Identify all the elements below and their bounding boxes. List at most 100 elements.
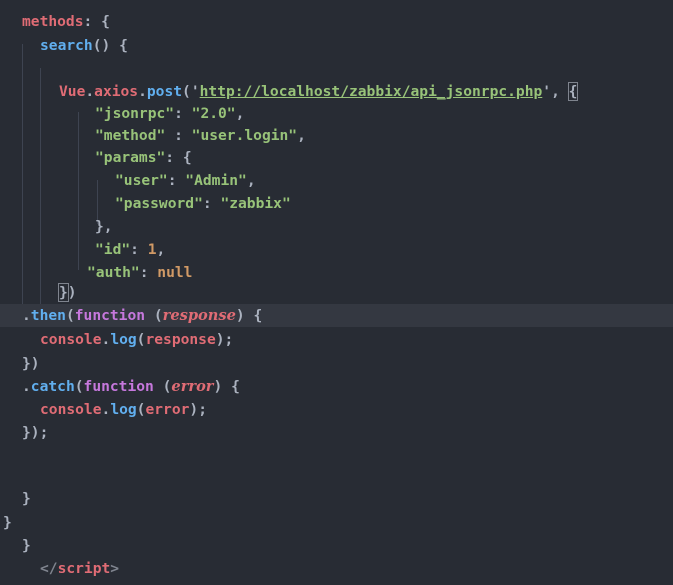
code-token: "jsonrpc" <box>95 105 175 122</box>
code-line[interactable]: </script> <box>0 557 673 580</box>
code-token: ); <box>215 331 234 348</box>
code-line[interactable] <box>0 58 673 81</box>
code-token: . <box>22 307 31 324</box>
code-token: </ <box>40 560 58 577</box>
code-token: error <box>145 401 190 418</box>
code-token: then <box>30 307 66 324</box>
code-token: "password" <box>115 195 203 212</box>
code-line-content: "user": "Admin", <box>115 169 256 192</box>
code-line-content: } <box>22 534 31 557</box>
code-token: "2.0" <box>191 105 236 122</box>
code-token: function <box>74 307 146 324</box>
code-token: } <box>22 537 31 554</box>
active-code-line[interactable]: .then(function (response) { <box>0 304 673 327</box>
code-line[interactable]: Vue.axios.post('http://localhost/zabbix/… <box>0 80 673 103</box>
code-line-content: console.log(response); <box>40 328 233 351</box>
code-line-content: console.log(error); <box>40 398 207 421</box>
code-line[interactable]: } <box>0 534 673 557</box>
code-token: ) { <box>213 378 240 395</box>
code-token: http://localhost/zabbix/api_jsonrpc.php <box>199 83 543 100</box>
code-line[interactable]: }); <box>0 421 673 444</box>
code-line-content: }); <box>22 421 48 444</box>
code-token: "Admin" <box>185 172 247 189</box>
code-line-content: }) <box>22 352 40 375</box>
code-token: ', <box>542 83 569 100</box>
code-token: : <box>167 172 186 189</box>
code-line-content: "password": "zabbix" <box>115 192 291 215</box>
code-line[interactable]: }) <box>0 281 673 304</box>
code-token: } <box>22 490 31 507</box>
code-token: console <box>40 401 102 418</box>
code-line[interactable]: }, <box>0 215 673 238</box>
code-token: log <box>110 401 137 418</box>
code-line[interactable]: "params": { <box>0 146 673 169</box>
code-line[interactable]: console.log(response); <box>0 328 673 351</box>
code-token: { <box>567 82 579 101</box>
code-line[interactable] <box>0 445 673 468</box>
code-token: . <box>85 83 95 100</box>
code-line-content: .then(function (response) { <box>22 304 262 327</box>
code-token: : { <box>83 13 110 30</box>
code-token: ) { <box>235 307 263 324</box>
code-token: 1 <box>147 241 157 258</box>
code-line[interactable]: search() { <box>0 34 673 57</box>
code-token: axios <box>94 83 139 100</box>
code-token: (' <box>182 83 200 100</box>
code-line-content: } <box>3 511 12 534</box>
code-token: . <box>101 331 111 348</box>
code-token: search <box>40 37 93 54</box>
code-line-content: Vue.axios.post('http://localhost/zabbix/… <box>59 80 579 103</box>
code-token: . <box>101 401 111 418</box>
code-token: ); <box>189 401 207 418</box>
code-line[interactable]: "method" : "user.login", <box>0 124 673 147</box>
code-token: response <box>145 331 216 348</box>
code-line-content: methods: { <box>22 10 110 33</box>
code-token: : <box>202 195 221 212</box>
code-token: Vue <box>59 83 86 100</box>
code-token: ( <box>74 378 84 395</box>
code-token: "id" <box>95 241 131 258</box>
code-token: : <box>165 127 192 144</box>
code-line[interactable]: "id": 1, <box>0 238 673 261</box>
code-token: "method" <box>95 127 166 144</box>
code-line[interactable]: "password": "zabbix" <box>0 192 673 215</box>
code-line[interactable]: console.log(error); <box>0 398 673 421</box>
code-line-content: "params": { <box>95 146 192 169</box>
code-token: "user.login" <box>191 127 298 144</box>
code-line[interactable]: "user": "Admin", <box>0 169 673 192</box>
code-token: error <box>171 378 214 395</box>
code-line[interactable]: .catch(function (error) { <box>0 375 673 398</box>
code-token: ( <box>145 307 163 324</box>
code-token: "zabbix" <box>220 195 291 212</box>
code-token: () { <box>92 37 128 54</box>
code-token: > <box>110 560 120 577</box>
code-line-content: }) <box>58 281 77 304</box>
code-token: script <box>57 560 111 577</box>
code-token: console <box>40 331 102 348</box>
code-editor[interactable]: methods: {search() {Vue.axios.post('http… <box>0 0 673 585</box>
code-token: "auth" <box>87 264 140 281</box>
code-token: log <box>110 331 137 348</box>
code-line-content: </script> <box>40 557 119 580</box>
code-token: ) <box>67 284 77 301</box>
code-line-content: } <box>22 487 31 510</box>
code-token: methods <box>22 13 84 30</box>
code-line[interactable]: }) <box>0 352 673 375</box>
code-token: response <box>162 307 236 324</box>
code-token: "params" <box>95 149 166 166</box>
code-token: function <box>83 378 154 395</box>
code-token: null <box>157 264 193 281</box>
code-token: , <box>297 127 306 144</box>
code-line[interactable]: } <box>0 487 673 510</box>
code-line[interactable]: "jsonrpc": "2.0", <box>0 102 673 125</box>
code-token: } <box>3 514 12 531</box>
code-token: post <box>146 83 183 100</box>
code-line[interactable]: methods: { <box>0 10 673 33</box>
code-token: ( <box>65 307 75 324</box>
code-token: , <box>156 241 166 258</box>
code-line[interactable]: } <box>0 511 673 534</box>
code-token: ( <box>153 378 172 395</box>
code-line-content: "jsonrpc": "2.0", <box>95 102 244 125</box>
code-line-content: "id": 1, <box>95 238 165 261</box>
code-line-content: search() { <box>40 34 128 57</box>
